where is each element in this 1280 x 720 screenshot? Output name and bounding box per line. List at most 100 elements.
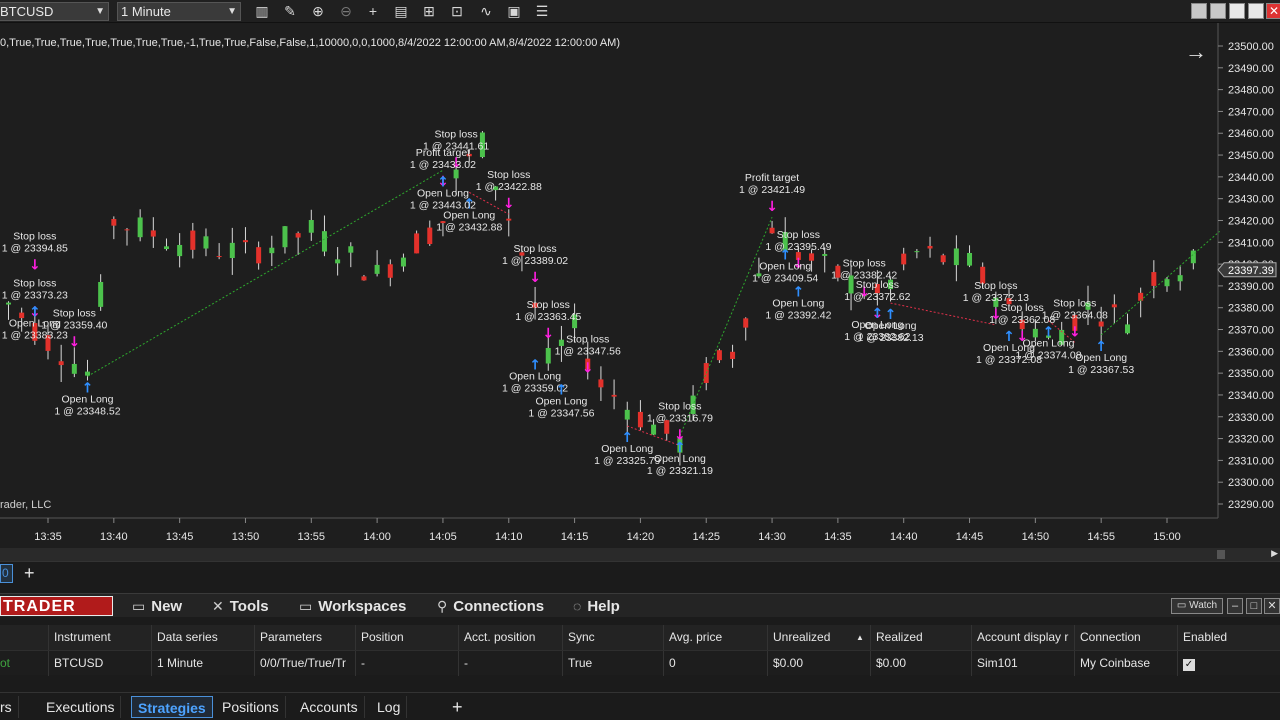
header-avg-price[interactable]: Avg. price — [663, 625, 767, 650]
header-account-display[interactable]: Account display r — [971, 625, 1074, 650]
candle-up — [822, 254, 828, 256]
maximize-icon[interactable] — [1248, 3, 1264, 19]
candle-up — [137, 217, 143, 238]
add-tab-button[interactable]: + — [446, 696, 469, 718]
trade-label: Stop loss — [1001, 302, 1044, 314]
tile-icon[interactable] — [1191, 3, 1207, 19]
instrument-selector[interactable]: BTCUSD ▼ — [0, 2, 109, 21]
menu-workspaces[interactable]: ▭ Workspaces — [299, 597, 406, 616]
header-parameters[interactable]: Parameters — [254, 625, 355, 650]
properties-icon[interactable]: ▣ — [504, 2, 524, 21]
trade-label: Stop loss — [856, 279, 899, 291]
y-tick-label: 23420.00 — [1228, 215, 1274, 227]
menu-tools[interactable]: ✕ Tools — [212, 597, 269, 616]
header-enabled[interactable]: Enabled — [1177, 625, 1280, 650]
trade-value-label: 1 @ 23395.49 — [765, 241, 831, 253]
exit-arrow-icon: ↓ — [766, 199, 778, 215]
interval-selector[interactable]: 1 Minute ▼ — [117, 2, 241, 21]
zoom-out-icon[interactable]: ⊖ — [336, 2, 356, 21]
templates-icon[interactable]: ⊞ — [419, 2, 439, 21]
header-sync[interactable]: Sync — [562, 625, 663, 650]
scrollbar-thumb[interactable] — [1217, 550, 1225, 559]
header-acct-position[interactable]: Acct. position — [458, 625, 562, 650]
scroll-right-arrow-icon[interactable]: → — [1185, 39, 1207, 65]
data-box-icon[interactable]: ▤ — [391, 2, 411, 21]
trade-label: Stop loss — [435, 128, 478, 140]
y-tick-label: 23460.00 — [1228, 128, 1274, 140]
enabled-checkbox[interactable]: ✓ — [1183, 659, 1195, 671]
candle-up — [400, 257, 406, 267]
chart-canvas[interactable]: 23500.00 23490.00 23480.00 23470.00 23460.00… — [0, 23, 1280, 548]
candle-up — [374, 264, 380, 274]
trade-value-label: 1 @ 23432.88 — [436, 221, 502, 233]
scroll-right-icon[interactable]: ▶ — [1271, 548, 1278, 559]
tab-orders[interactable]: rs — [0, 696, 19, 718]
candle-up — [1164, 279, 1170, 287]
maximize-icon[interactable]: □ — [1246, 598, 1262, 614]
bar-type-icon[interactable]: ▥ — [252, 2, 272, 21]
cell-instrument: BTCUSD — [48, 651, 151, 676]
indicators-icon[interactable]: ∿ — [476, 2, 496, 21]
menu-connections-label: Connections — [453, 598, 545, 615]
add-tab-button[interactable]: + — [24, 563, 35, 584]
candle-down — [901, 253, 907, 265]
candle-up — [967, 252, 973, 266]
cell-position: - — [355, 651, 458, 676]
crosshair-icon[interactable]: + — [363, 2, 383, 21]
strategies-icon[interactable]: ⊡ — [447, 2, 467, 21]
menu-new[interactable]: ▭ New — [132, 597, 182, 616]
tab-executions[interactable]: Executions — [40, 696, 122, 718]
candle-up — [203, 236, 209, 249]
menu-help[interactable]: ◌ Help — [573, 597, 620, 616]
menu-workspaces-label: Workspaces — [318, 598, 407, 615]
exit-arrow-icon: ↓ — [582, 360, 594, 376]
x-tick-label: 13:50 — [232, 531, 260, 543]
menu-tools-label: Tools — [229, 598, 269, 615]
header-position[interactable]: Position — [355, 625, 458, 650]
list-icon[interactable]: ☰ — [532, 2, 552, 21]
tab-strategies[interactable]: Strategies — [131, 696, 213, 718]
table-row[interactable]: ot BTCUSD 1 Minute 0/0/True/True/Tr - - … — [0, 650, 1280, 676]
watch-button[interactable]: ▭ Watch — [1171, 598, 1223, 614]
trade-label: Open Long — [535, 395, 587, 407]
tab-positions[interactable]: Positions — [216, 696, 286, 718]
restore-icon[interactable] — [1210, 3, 1226, 19]
header-realized[interactable]: Realized — [870, 625, 971, 650]
x-tick-label: 14:50 — [1022, 531, 1050, 543]
tab-log[interactable]: Log — [371, 696, 408, 718]
candle-up — [651, 424, 657, 435]
trade-label: Open Long — [9, 318, 61, 330]
minimize-icon[interactable] — [1229, 3, 1245, 19]
exit-arrow-icon: ↓ — [529, 270, 541, 286]
header-unrealized[interactable]: Unrealized ▲ — [767, 625, 870, 650]
close-icon[interactable]: ✕ — [1266, 3, 1280, 19]
x-tick-label: 13:40 — [100, 531, 128, 543]
y-tick-label: 23370.00 — [1228, 325, 1274, 337]
candle-down — [111, 219, 117, 226]
candle-up — [321, 231, 327, 252]
price-chart[interactable]: 23500.00 23490.00 23480.00 23470.00 23460.00… — [0, 23, 1280, 548]
candle-up — [914, 251, 920, 253]
candle-up — [71, 363, 77, 374]
cell-realized: $0.00 — [870, 651, 971, 676]
header-data-series[interactable]: Data series — [151, 625, 254, 650]
trade-label: Stop loss — [487, 169, 530, 181]
x-tick-label: 14:20 — [627, 531, 655, 543]
tab-accounts[interactable]: Accounts — [294, 696, 365, 718]
trade-label: Open Long — [601, 443, 653, 455]
chart-horizontal-scrollbar[interactable]: ▶ — [0, 548, 1280, 561]
trade-value-label: 1 @ 23433.02 — [410, 159, 476, 171]
y-tick-label: 23350.00 — [1228, 368, 1274, 380]
y-tick-label: 23360.00 — [1228, 346, 1274, 358]
minimize-icon[interactable]: – — [1227, 598, 1243, 614]
trade-value-label: 1 @ 23363.45 — [515, 311, 581, 323]
close-icon[interactable]: ✕ — [1264, 598, 1280, 614]
chart-tab[interactable]: 0 — [0, 564, 13, 583]
header-connection[interactable]: Connection — [1074, 625, 1177, 650]
zoom-in-icon[interactable]: ⊕ — [308, 2, 328, 21]
y-tick-label: 23290.00 — [1228, 499, 1274, 511]
candle-up — [1032, 328, 1038, 338]
menu-connections[interactable]: ⚲ Connections — [437, 597, 544, 616]
draw-icon[interactable]: ✎ — [280, 2, 300, 21]
header-instrument[interactable]: Instrument — [48, 625, 151, 650]
